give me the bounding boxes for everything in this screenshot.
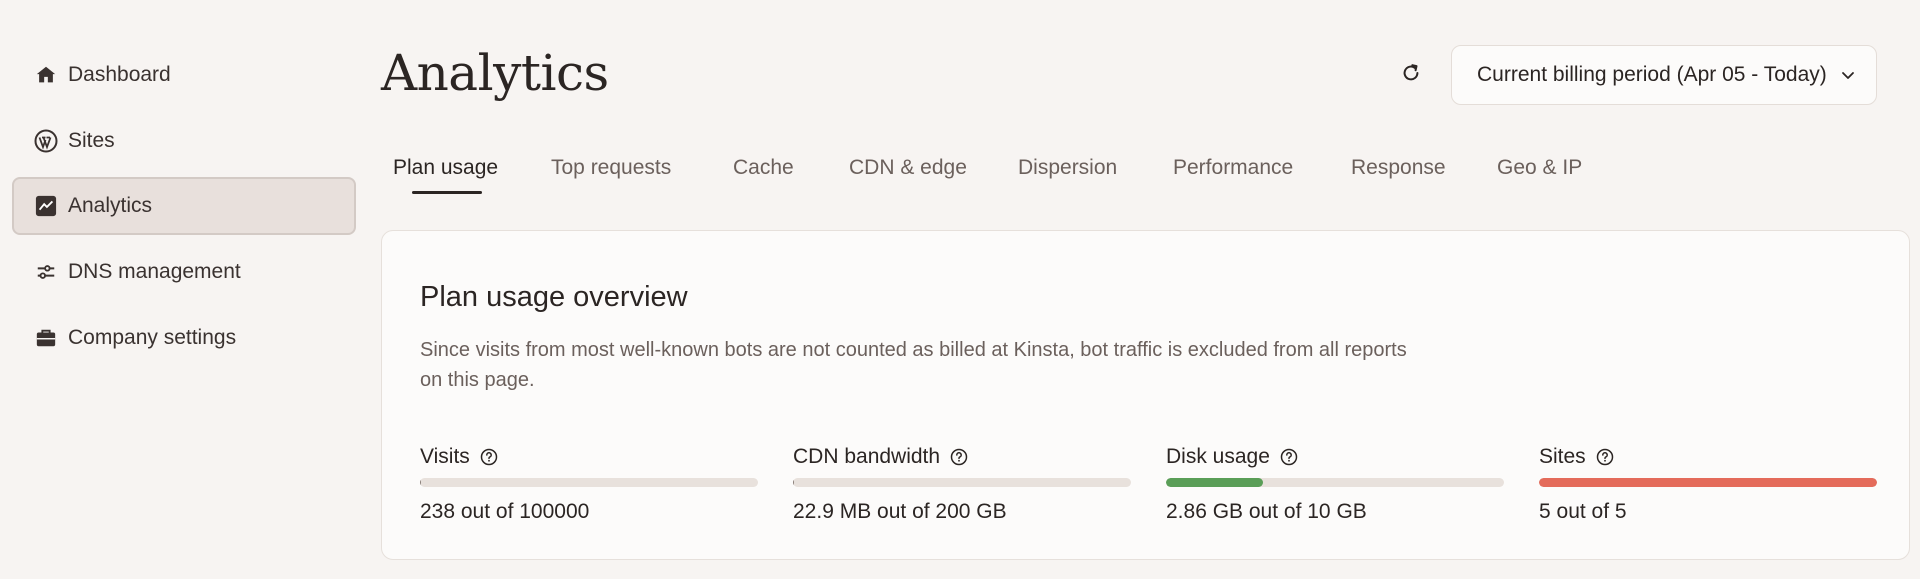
- refresh-icon: [1400, 62, 1422, 89]
- home-icon: [34, 63, 58, 87]
- tab-top-requests[interactable]: Top requests: [551, 148, 671, 188]
- tab-plan-usage[interactable]: Plan usage: [393, 148, 498, 188]
- tab-cache[interactable]: Cache: [733, 148, 794, 188]
- chart-icon: [34, 194, 58, 218]
- help-icon[interactable]: [480, 448, 498, 466]
- usage-bar: [420, 478, 758, 487]
- tab-cdn-edge[interactable]: CDN & edge: [849, 148, 967, 188]
- card-title: Plan usage overview: [420, 281, 688, 313]
- metric-value: 22.9 MB out of 200 GB: [793, 500, 1007, 523]
- metric-visits: Visits 238 out of 100000: [420, 444, 758, 523]
- usage-bar: [793, 478, 1131, 487]
- usage-bar-fill: [793, 478, 794, 487]
- refresh-button[interactable]: [1396, 60, 1426, 90]
- metric-cdn-bandwidth: CDN bandwidth 22.9 MB out of 200 GB: [793, 444, 1131, 523]
- sidebar-item-label: DNS management: [68, 260, 241, 283]
- tab-performance[interactable]: Performance: [1173, 148, 1293, 188]
- metric-label: Disk usage: [1166, 445, 1270, 468]
- sidebar-item-analytics[interactable]: Analytics: [12, 177, 356, 235]
- sidebar-item-sites[interactable]: Sites: [12, 112, 356, 170]
- metric-disk-usage: Disk usage 2.86 GB out of 10 GB: [1166, 444, 1504, 523]
- sidebar-item-dns-management[interactable]: DNS management: [12, 243, 356, 301]
- metric-label: Sites: [1539, 445, 1586, 468]
- help-icon[interactable]: [950, 448, 968, 466]
- billing-period-select[interactable]: Current billing period (Apr 05 - Today): [1451, 45, 1877, 105]
- metric-value: 2.86 GB out of 10 GB: [1166, 500, 1367, 523]
- sidebar-item-label: Sites: [68, 129, 115, 152]
- active-tab-indicator: [412, 191, 482, 194]
- metric-value: 5 out of 5: [1539, 500, 1627, 523]
- sidebar-item-label: Company settings: [68, 326, 237, 349]
- sidebar-item-label: Analytics: [68, 194, 153, 217]
- usage-bar: [1166, 478, 1504, 487]
- billing-period-label: Current billing period (Apr 05 - Today): [1477, 63, 1827, 86]
- help-icon[interactable]: [1596, 448, 1614, 466]
- sidebar: Dashboard Sites Analytics DNS management…: [0, 0, 365, 579]
- metric-label: Visits: [420, 445, 470, 468]
- metric-label: CDN bandwidth: [793, 445, 941, 468]
- usage-bar-fill: [420, 478, 421, 487]
- sidebar-item-dashboard[interactable]: Dashboard: [12, 46, 356, 104]
- briefcase-icon: [34, 326, 58, 350]
- sidebar-item-label: Dashboard: [68, 63, 171, 86]
- chevron-down-icon: [1840, 67, 1856, 83]
- page-title: Analytics: [381, 44, 609, 102]
- tab-response[interactable]: Response: [1351, 148, 1446, 188]
- card-description: Since visits from most well-known bots a…: [420, 339, 1407, 391]
- usage-bar-fill: [1539, 478, 1877, 487]
- usage-bar-fill: [1166, 478, 1263, 487]
- help-icon[interactable]: [1280, 448, 1298, 466]
- wordpress-icon: [34, 129, 58, 153]
- sidebar-item-company-settings[interactable]: Company settings: [12, 309, 356, 367]
- metric-sites: Sites 5 out of 5: [1539, 444, 1877, 523]
- metric-value: 238 out of 100000: [420, 500, 590, 523]
- usage-bar: [1539, 478, 1877, 487]
- tab-geo-ip[interactable]: Geo & IP: [1497, 148, 1582, 188]
- tab-dispersion[interactable]: Dispersion: [1018, 148, 1117, 188]
- plan-usage-card: Plan usage overview Since visits from mo…: [381, 230, 1910, 560]
- dns-icon: [34, 260, 58, 284]
